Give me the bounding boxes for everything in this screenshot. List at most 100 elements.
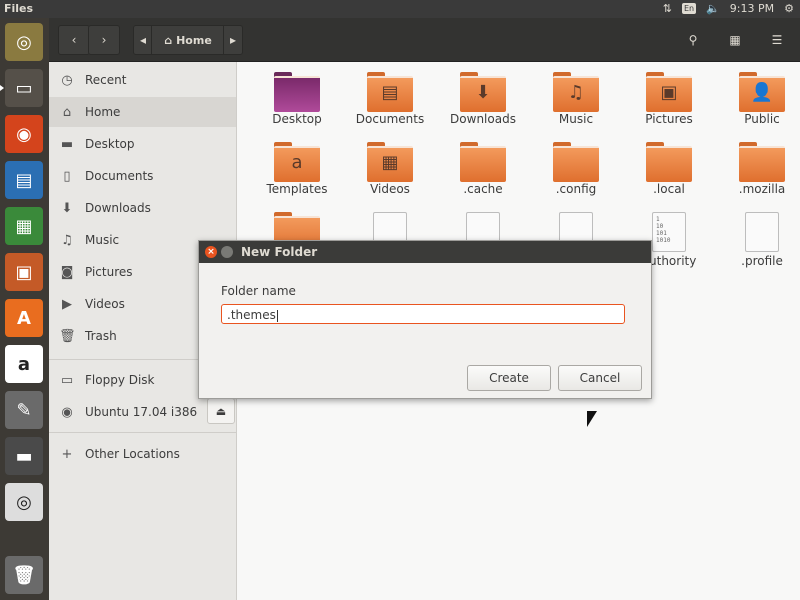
document-icon: ▯ xyxy=(63,168,71,184)
path-scroll-right[interactable]: ▸ xyxy=(223,25,243,55)
folder-icon: 👤 xyxy=(739,72,785,112)
file-label: Videos xyxy=(370,182,410,196)
path-home-button[interactable]: ⌂ Home xyxy=(151,25,225,55)
video-icon: ▶ xyxy=(62,296,72,312)
file-label: .profile xyxy=(741,254,783,268)
launcher-floppy-icon[interactable]: ▬ xyxy=(5,437,43,475)
launcher-files-icon[interactable]: ▭ xyxy=(0,69,43,107)
sidebar-item-recent[interactable]: ◷ Recent xyxy=(49,65,236,95)
sidebar-item-label: Other Locations xyxy=(85,447,180,461)
mouse-pointer-icon xyxy=(587,411,597,427)
file-label: Desktop xyxy=(272,112,322,126)
keyboard-indicator[interactable]: En xyxy=(681,3,697,14)
power-gear-icon[interactable]: ⚙ xyxy=(784,2,794,15)
disc-icon: ◉ xyxy=(61,404,73,420)
folder-icon: ♫ xyxy=(553,72,599,112)
sidebar-item-label: Ubuntu 17.04 i386 xyxy=(85,405,198,419)
create-button[interactable]: Create xyxy=(467,365,551,391)
launcher-settings-icon[interactable]: ✎ xyxy=(5,391,43,429)
clock[interactable]: 9:13 PM xyxy=(730,2,774,15)
launcher-trash-icon[interactable]: 🗑 xyxy=(5,556,43,594)
file-item[interactable]: 👤 Public xyxy=(722,72,800,126)
text-file-icon xyxy=(745,212,779,252)
plus-icon: + xyxy=(61,446,73,462)
file-item[interactable]: .config xyxy=(536,142,616,196)
sidebar-item-ubuntu-17-04-i386[interactable]: ◉ Ubuntu 17.04 i386 xyxy=(49,397,236,427)
dialog-titlebar: × New Folder xyxy=(199,241,651,263)
search-button[interactable]: ⚲ xyxy=(677,25,709,55)
file-label: .mozilla xyxy=(738,182,786,196)
folder-icon: ▦ xyxy=(367,142,413,182)
file-label: Templates xyxy=(266,182,328,196)
file-label: Documents xyxy=(355,112,425,126)
sidebar-item-label: Floppy Disk xyxy=(85,373,155,387)
folder-icon xyxy=(553,142,599,182)
sidebar-item-home[interactable]: ⌂ Home xyxy=(49,97,236,127)
forward-button[interactable]: › xyxy=(88,25,120,55)
file-item[interactable]: .mozilla xyxy=(722,142,800,196)
file-item[interactable]: ⬇ Downloads xyxy=(443,72,523,126)
triangle-right-icon: ▸ xyxy=(229,33,237,47)
sidebar-item-label: Videos xyxy=(85,297,125,311)
system-tray: ⇅ En 🔈 9:13 PM ⚙ xyxy=(663,2,794,15)
folder-icon xyxy=(460,142,506,182)
top-panel: Files ⇅ En 🔈 9:13 PM ⚙ xyxy=(0,0,800,18)
home-icon: ⌂ xyxy=(62,104,72,120)
file-item[interactable]: .profile xyxy=(722,212,800,268)
triangle-left-icon: ◂ xyxy=(139,33,147,47)
minimize-icon[interactable] xyxy=(221,246,233,258)
dialog-title: New Folder xyxy=(241,245,318,259)
file-item[interactable]: ▦ Videos xyxy=(350,142,430,196)
sidebar-separator xyxy=(49,432,236,433)
path-scroll-left[interactable]: ◂ xyxy=(133,25,153,55)
folder-name-label: Folder name xyxy=(221,284,296,298)
home-icon: ⌂ xyxy=(164,33,173,47)
volume-icon[interactable]: 🔈 xyxy=(706,2,720,15)
file-item[interactable]: ♫ Music xyxy=(536,72,616,126)
file-label: Downloads xyxy=(450,112,516,126)
folder-icon: ▣ xyxy=(646,72,692,112)
back-button[interactable]: ‹ xyxy=(58,25,90,55)
launcher-software-icon[interactable]: A xyxy=(5,299,43,337)
chevron-right-icon: › xyxy=(101,33,107,47)
launcher-firefox-icon[interactable]: ◉ xyxy=(5,115,43,153)
file-label: Public xyxy=(744,112,780,126)
new-folder-dialog: × New Folder Folder name .themes Create … xyxy=(198,240,652,399)
path-home-label: Home xyxy=(176,33,212,47)
download-icon: ⬇ xyxy=(61,200,73,216)
hamburger-icon: ☰ xyxy=(771,33,783,47)
launcher-calc-icon[interactable]: ▦ xyxy=(5,207,43,245)
launcher-ubuntu-dash-icon[interactable]: ◎ xyxy=(5,23,43,61)
network-icon[interactable]: ⇅ xyxy=(663,2,672,15)
launcher-dvd-icon[interactable]: ◎ xyxy=(5,483,43,521)
sidebar-item-label: Downloads xyxy=(85,201,151,215)
launcher-impress-icon[interactable]: ▣ xyxy=(5,253,43,291)
folder-icon xyxy=(646,142,692,182)
file-item[interactable]: .cache xyxy=(443,142,523,196)
view-grid-button[interactable]: ▦ xyxy=(719,25,751,55)
file-item[interactable]: a Templates xyxy=(257,142,337,196)
menu-button[interactable]: ☰ xyxy=(761,25,793,55)
sidebar-item-downloads[interactable]: ⬇ Downloads xyxy=(49,193,236,223)
file-item[interactable]: ▤ Documents xyxy=(350,72,430,126)
header-bar: ‹ › ◂ ⌂ Home ▸ ⚲ ▦ ☰ xyxy=(49,18,800,62)
close-icon[interactable]: × xyxy=(205,246,217,258)
launcher-amazon-icon[interactable]: a xyxy=(5,345,43,383)
file-item[interactable]: .local xyxy=(629,142,709,196)
launcher-writer-icon[interactable]: ▤ xyxy=(5,161,43,199)
file-item[interactable]: Desktop xyxy=(257,72,337,126)
sidebar-item-desktop[interactable]: ▬ Desktop xyxy=(49,129,236,159)
sidebar-item-label: Desktop xyxy=(85,137,135,151)
text-caret xyxy=(276,309,278,322)
folder-icon xyxy=(274,72,320,112)
file-item[interactable]: ▣ Pictures xyxy=(629,72,709,126)
cancel-button[interactable]: Cancel xyxy=(558,365,642,391)
file-label: Music xyxy=(558,112,594,126)
folder-name-input[interactable]: .themes xyxy=(221,304,625,324)
sidebar-item-documents[interactable]: ▯ Documents xyxy=(49,161,236,191)
sidebar-item-other-locations[interactable]: + Other Locations xyxy=(49,439,236,469)
sidebar-item-label: Trash xyxy=(85,329,117,343)
binary-file-icon: 1 10 101 1010 xyxy=(652,212,686,252)
search-icon: ⚲ xyxy=(688,33,698,47)
trash-icon: 🗑 xyxy=(59,328,76,344)
